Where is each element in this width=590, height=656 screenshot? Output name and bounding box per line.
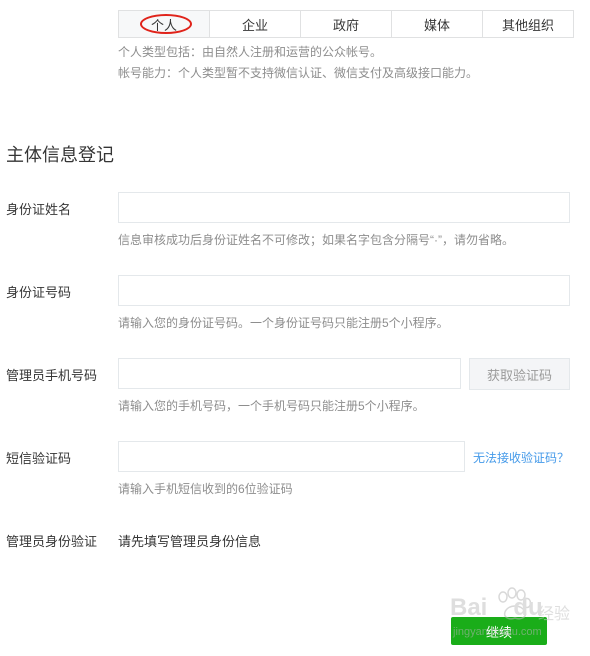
tab-government-label: 政府 xyxy=(332,17,359,33)
admin-verify-label: 管理员身份验证 xyxy=(6,534,98,549)
id-number-input[interactable] xyxy=(118,275,570,306)
sms-code-label: 短信验证码 xyxy=(6,451,72,466)
type-description-line1: 个人类型包括：由自然人注册和运营的公众帐号。 xyxy=(118,45,383,59)
tab-enterprise-label: 企业 xyxy=(241,17,268,33)
annotation-circle xyxy=(140,14,192,34)
section-title: 主体信息登记 xyxy=(6,145,114,165)
get-code-button[interactable]: 获取验证码 xyxy=(469,358,570,390)
watermark-brand: Bai xyxy=(450,594,488,621)
type-description: 个人类型包括：由自然人注册和运营的公众帐号。 帐号能力：个人类型暂不支持微信认证… xyxy=(118,42,478,84)
id-name-input[interactable] xyxy=(118,192,570,223)
id-name-tip: 信息审核成功后身份证姓名不可修改；如果名字包含分隔号“·”，请勿省略。 xyxy=(118,233,514,247)
id-number-tip: 请输入您的身份证号码。一个身份证号码只能注册5个小程序。 xyxy=(118,316,449,330)
tab-media-label: 媒体 xyxy=(423,17,450,33)
tab-media[interactable]: 媒体 xyxy=(392,11,483,37)
tab-other-org[interactable]: 其他组织 xyxy=(483,11,573,37)
tab-personal[interactable]: 个人 xyxy=(119,11,210,37)
id-name-label: 身份证姓名 xyxy=(6,202,72,217)
sms-code-input[interactable] xyxy=(118,441,465,472)
type-description-line2: 帐号能力：个人类型暂不支持微信认证、微信支付及高级接口能力。 xyxy=(118,66,479,80)
tab-government[interactable]: 政府 xyxy=(301,11,392,37)
phone-tip: 请输入您的手机号码，一个手机号码只能注册5个小程序。 xyxy=(118,399,425,413)
sms-code-tip: 请输入手机短信收到的6位验证码 xyxy=(118,482,293,496)
account-type-tabs: 个人 企业 政府 媒体 其他组织 xyxy=(118,10,574,38)
phone-label: 管理员手机号码 xyxy=(6,368,98,383)
watermark-cn: 经验 xyxy=(538,606,571,623)
watermark-url: jingyan.baidu.com xyxy=(453,626,542,638)
id-number-label: 身份证号码 xyxy=(6,285,72,300)
phone-input[interactable] xyxy=(118,358,461,389)
admin-verify-value: 请先填写管理员身份信息 xyxy=(118,534,262,549)
tab-other-org-label: 其他组织 xyxy=(501,17,554,33)
tab-enterprise[interactable]: 企业 xyxy=(210,11,301,37)
cannot-receive-code-link[interactable]: 无法接收验证码？ xyxy=(473,449,569,466)
baidu-watermark: Bai du 经验 jingyan.baidu.com xyxy=(450,582,585,648)
